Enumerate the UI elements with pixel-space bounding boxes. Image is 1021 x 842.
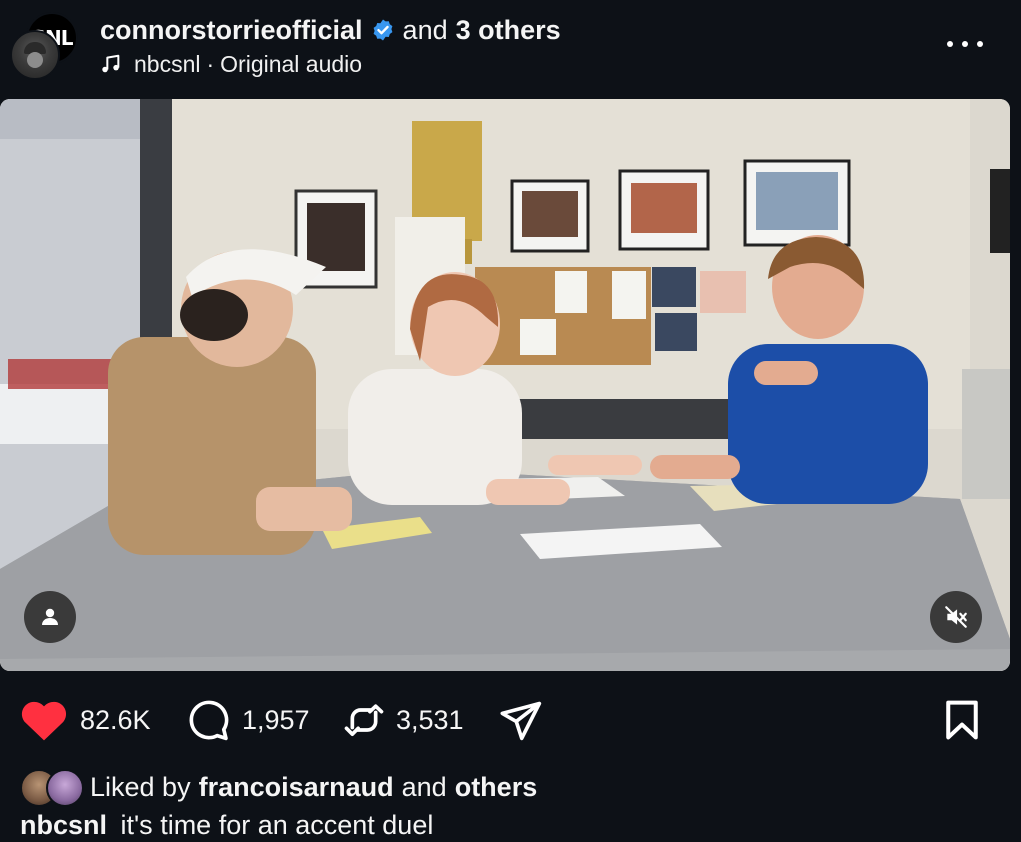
author-line: connorstorrieofficial and 3 others bbox=[100, 14, 561, 46]
speaker-muted-icon bbox=[945, 606, 967, 628]
liked-by-prefix: Liked by bbox=[90, 771, 191, 802]
author-avatars[interactable]: SNL bbox=[10, 12, 78, 80]
save-button[interactable] bbox=[940, 696, 984, 744]
likes-summary[interactable]: Liked by francoisarnaud and others bbox=[20, 768, 538, 807]
comment-button[interactable]: 1,957 bbox=[186, 696, 310, 744]
share-button[interactable] bbox=[498, 696, 544, 744]
audio-source[interactable]: nbcsnl bbox=[134, 50, 200, 78]
person-icon bbox=[42, 608, 58, 625]
video-player[interactable] bbox=[0, 99, 1010, 671]
repost-button[interactable]: 3,531 bbox=[344, 696, 464, 744]
audio-separator: · bbox=[206, 51, 215, 77]
user-avatar[interactable] bbox=[10, 30, 60, 80]
more-dot bbox=[977, 41, 983, 47]
send-icon[interactable] bbox=[498, 698, 544, 742]
comment-icon[interactable] bbox=[186, 698, 230, 742]
repost-icon[interactable] bbox=[344, 698, 384, 742]
video-frame bbox=[0, 99, 1010, 671]
caption-username[interactable]: nbcsnl bbox=[20, 810, 107, 840]
caption-text: it's time for an accent duel bbox=[120, 810, 434, 840]
like-count[interactable]: 82.6K bbox=[80, 705, 151, 736]
verified-badge-icon bbox=[373, 19, 392, 41]
mute-button[interactable] bbox=[930, 591, 982, 643]
heart-icon[interactable] bbox=[20, 698, 68, 742]
more-dot bbox=[947, 41, 953, 47]
comment-count[interactable]: 1,957 bbox=[242, 705, 310, 736]
more-options-button[interactable] bbox=[947, 32, 983, 56]
music-note-icon bbox=[102, 54, 120, 73]
like-button[interactable]: 82.6K bbox=[20, 696, 151, 744]
audio-label[interactable]: Original audio bbox=[220, 50, 362, 78]
author-others-link[interactable]: 3 others bbox=[456, 14, 561, 46]
liker-avatars bbox=[20, 768, 86, 807]
author-and-text: and bbox=[402, 15, 448, 45]
author-username[interactable]: connorstorrieofficial bbox=[100, 14, 363, 46]
tag-users-button[interactable] bbox=[24, 591, 76, 643]
liker-avatar bbox=[46, 769, 84, 807]
liked-by-others-link[interactable]: others bbox=[455, 772, 538, 803]
post-actions: 82.6K 1,957 3,531 bbox=[0, 690, 1021, 750]
post-header: SNL connorstorrieofficial and 3 others n… bbox=[0, 0, 1021, 95]
liked-by-user-link[interactable]: francoisarnaud bbox=[199, 772, 394, 803]
bookmark-icon[interactable] bbox=[940, 698, 984, 742]
repost-count[interactable]: 3,531 bbox=[396, 705, 464, 736]
avatar-face bbox=[27, 52, 43, 68]
more-dot bbox=[962, 41, 968, 47]
caption: nbcsnl it's time for an accent duel bbox=[20, 808, 433, 842]
audio-line[interactable]: nbcsnl · Original audio bbox=[100, 50, 362, 78]
liked-by-and: and bbox=[401, 771, 447, 802]
